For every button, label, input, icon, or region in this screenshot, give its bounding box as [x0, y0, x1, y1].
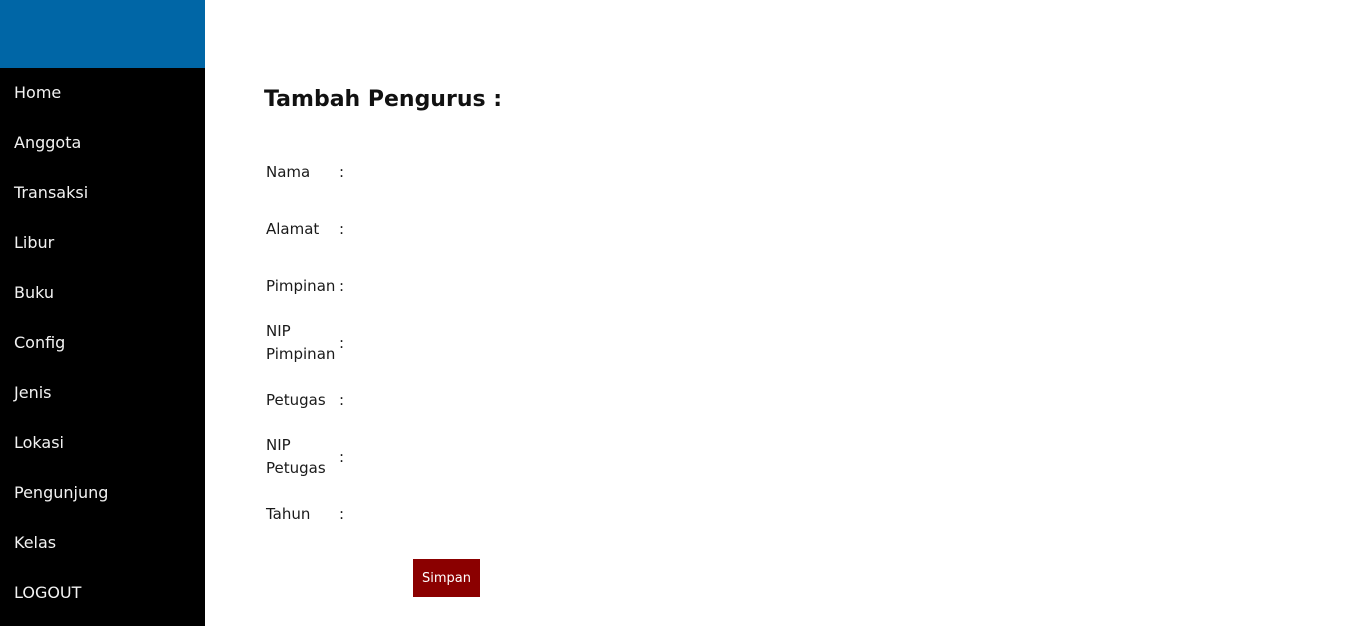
nama-input[interactable] [349, 160, 513, 184]
form-row-alamat: Alamat : [266, 217, 513, 241]
petugas-separator: : [339, 391, 345, 409]
petugas-label: Petugas [266, 390, 326, 409]
tahun-input[interactable] [349, 502, 513, 526]
sidebar: Home Anggota Transaksi Libur Buku Config… [0, 0, 205, 626]
form-row-petugas: Petugas : [266, 388, 513, 412]
nav-item-config[interactable]: Config [0, 318, 205, 368]
nav-item-pengunjung[interactable]: Pengunjung [0, 468, 205, 518]
nip-petugas-label: NIP Petugas [266, 436, 326, 477]
nav-item-transaksi[interactable]: Transaksi [0, 168, 205, 218]
nav-item-libur[interactable]: Libur [0, 218, 205, 268]
form-row-pimpinan: Pimpinan : [266, 274, 513, 298]
form-row-nip-petugas: NIP Petugas : [266, 434, 513, 480]
form-row-nama: Nama : [266, 160, 513, 184]
nama-separator: : [339, 163, 345, 181]
nav-item-lokasi[interactable]: Lokasi [0, 418, 205, 468]
nav-menu: Home Anggota Transaksi Libur Buku Config… [0, 68, 205, 618]
alamat-input[interactable] [349, 217, 513, 241]
nip-petugas-separator: : [339, 448, 345, 466]
tahun-label: Tahun [266, 504, 311, 523]
tahun-separator: : [339, 505, 345, 523]
pimpinan-input[interactable] [349, 274, 513, 298]
nip-pimpinan-separator: : [339, 334, 345, 352]
pimpinan-separator: : [339, 277, 345, 295]
nip-petugas-input[interactable] [349, 445, 513, 469]
nav-item-buku[interactable]: Buku [0, 268, 205, 318]
nav-item-home[interactable]: Home [0, 68, 205, 118]
alamat-separator: : [339, 220, 345, 238]
nav-item-kelas[interactable]: Kelas [0, 518, 205, 568]
nav-item-anggota[interactable]: Anggota [0, 118, 205, 168]
form-row-tahun: Tahun : [266, 502, 513, 526]
main-content: Tambah Pengurus : Nama : Alamat : Pimpin… [205, 0, 1353, 626]
sidebar-header [0, 0, 205, 68]
nav-item-logout[interactable]: LOGOUT [0, 568, 205, 618]
alamat-label: Alamat [266, 219, 320, 238]
simpan-button[interactable]: Simpan [413, 559, 480, 597]
nip-pimpinan-input[interactable] [349, 331, 513, 355]
pimpinan-label: Pimpinan [266, 276, 336, 295]
petugas-input[interactable] [349, 388, 513, 412]
nama-label: Nama [266, 162, 311, 181]
form-row-nip-pimpinan: NIP Pimpinan : [266, 320, 513, 366]
nav-item-jenis[interactable]: Jenis [0, 368, 205, 418]
nip-pimpinan-label: NIP Pimpinan [266, 322, 336, 363]
page-title: Tambah Pengurus : [264, 87, 503, 112]
